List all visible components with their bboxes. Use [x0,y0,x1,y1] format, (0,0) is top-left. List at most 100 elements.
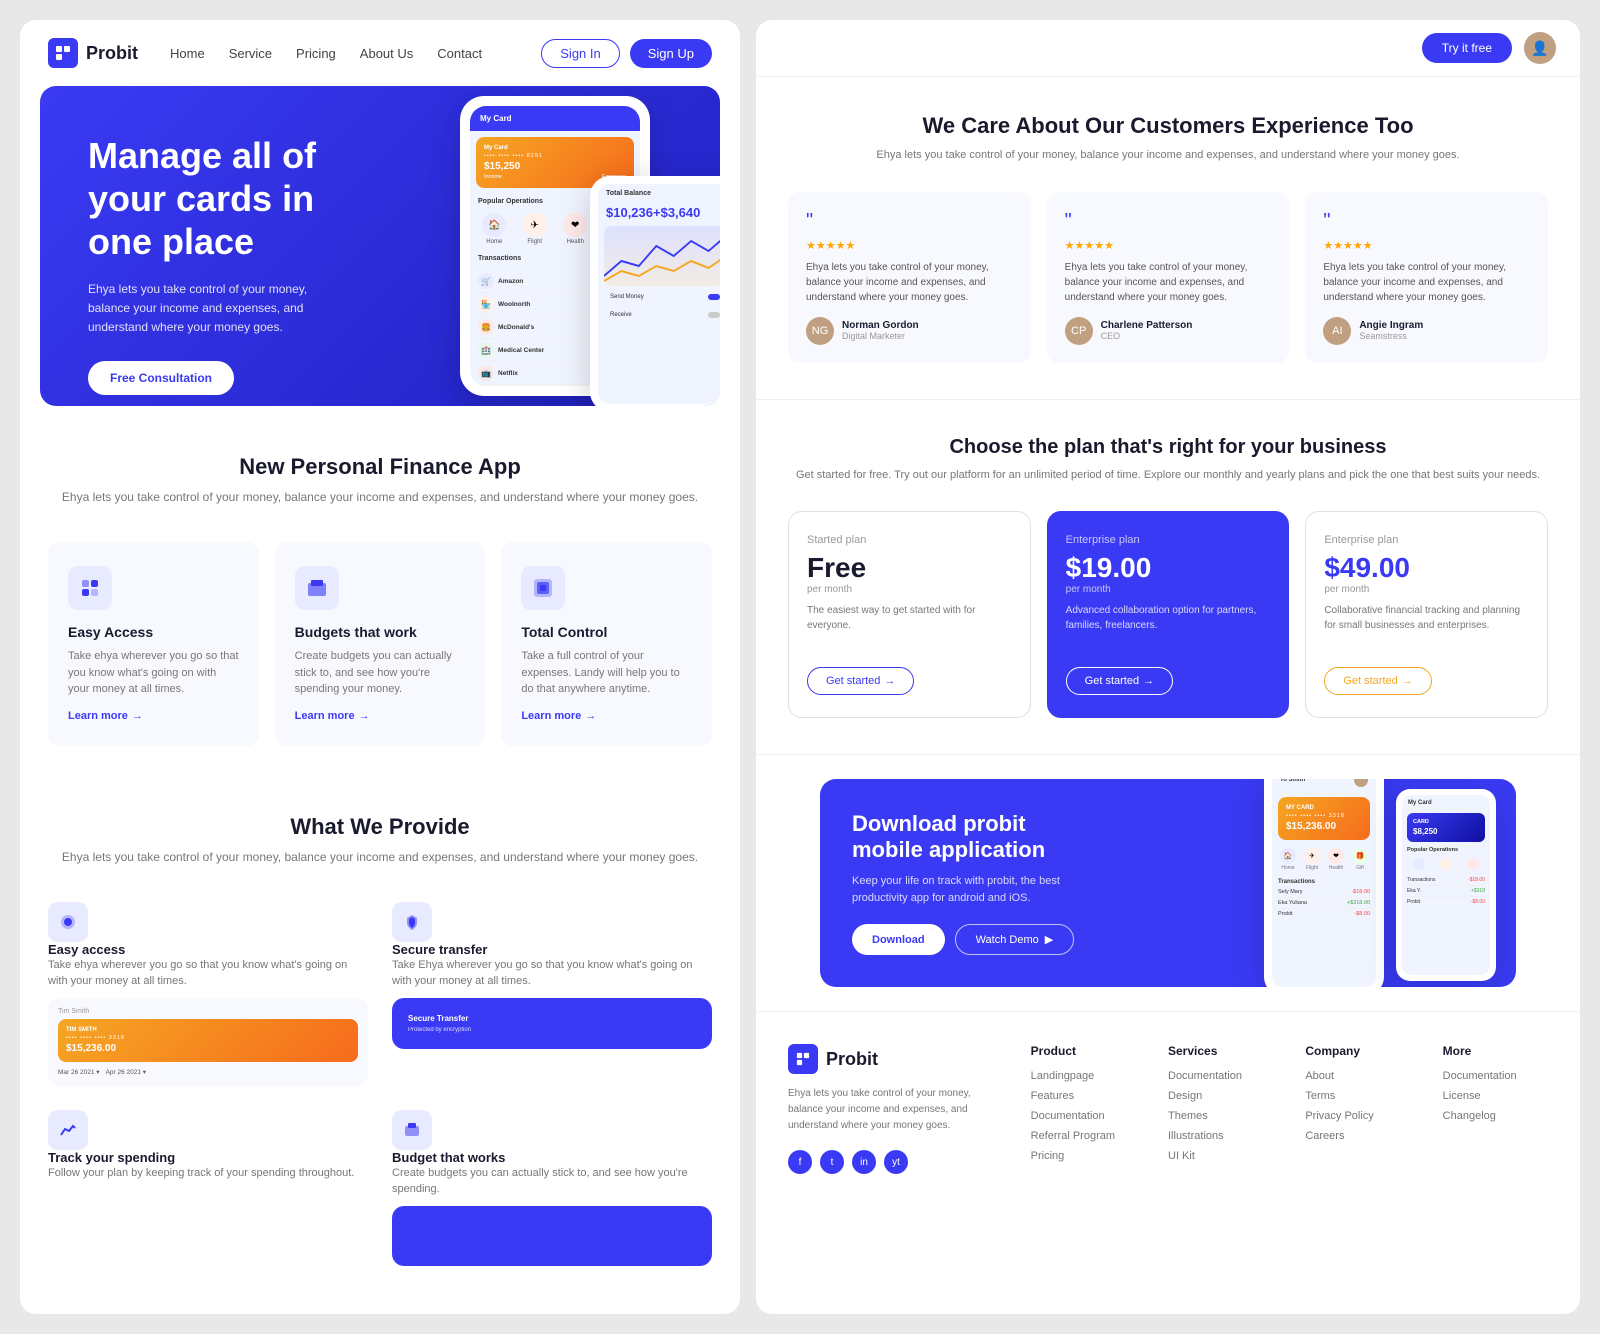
download-button[interactable]: Download [852,924,945,955]
footer-link[interactable]: About [1305,1070,1410,1082]
footer-link[interactable]: Documentation [1168,1070,1273,1082]
feature-3-learn[interactable]: Learn more → [521,710,692,722]
pricing-title: Choose the plan that's right for your bu… [788,436,1548,459]
plan-btn-3[interactable]: Get started → [1324,667,1431,695]
test-author-3: AI Angie Ingram Seamstress [1323,317,1530,345]
table-row: Transactions-$18.00 [1407,875,1485,886]
table-row: Sely Mary-$18.00 [1278,887,1370,898]
nav-about[interactable]: About Us [360,46,413,61]
footer-link[interactable]: Documentation [1031,1110,1136,1122]
features-subtitle: Ehya lets you take control of your money… [48,488,712,506]
blue-box-sub: Protected by encryption [408,1027,696,1033]
test-text-3: Ehya lets you take control of your money… [1323,260,1530,305]
plan-started: Started plan Free per month The easiest … [788,511,1031,718]
provide-desc-4: Create budgets you can actually stick to… [392,1165,712,1198]
footer-col-services: Services Documentation Design Themes Ill… [1168,1044,1273,1174]
card-mockup-area: Tim Smith TIM SMITH •••• •••• •••• 3318 … [48,998,368,1086]
social-linkedin[interactable]: in [852,1150,876,1174]
trans-name: Probit [1278,911,1292,917]
feature-2-learn[interactable]: Learn more → [295,710,466,722]
phone-screen-secondary: Total Balance $10,236+$3,640 Send Money … [598,184,720,404]
try-free-button[interactable]: Try it free [1422,33,1512,63]
stars-1: ★★★★★ [806,239,1013,252]
pricing-subtitle: Get started for free. Try out our platfo… [788,467,1548,484]
provide-item-3: Track your spending Follow your plan by … [48,1110,368,1266]
footer-content: Probit Ehya lets you take control of you… [788,1044,1548,1174]
plan-btn-1[interactable]: Get started → [807,667,914,695]
avatar: 👤 [1524,32,1556,64]
test-text-2: Ehya lets you take control of your money… [1065,260,1272,305]
sign-in-button[interactable]: Sign In [541,39,619,68]
footer-link[interactable]: Terms [1305,1090,1410,1102]
plan-price-2: $19.00 [1066,552,1271,584]
footer-link[interactable]: License [1443,1090,1548,1102]
easy-access-icon [68,566,112,610]
test-author-2: CP Charlene Patterson CEO [1065,317,1272,345]
app-op-icon-1: 🏠 [1280,848,1296,864]
footer-link[interactable]: Themes [1168,1110,1273,1122]
testimonials-subtitle: Ehya lets you take control of your money… [788,147,1548,164]
feature-total-control: Total Control Take a full control of you… [501,542,712,746]
nav-links: Home Service Pricing About Us Contact [170,46,482,61]
footer-link[interactable]: Landingpage [1031,1070,1136,1082]
top-strip: Try it free 👤 [756,20,1580,77]
testimonial-3: " ★★★★★ Ehya lets you take control of yo… [1305,192,1548,363]
provide-icon-4 [392,1110,432,1150]
footer-logo: Probit [788,1044,999,1074]
plan-period-2: per month [1066,584,1271,595]
footer-link[interactable]: Features [1031,1090,1136,1102]
app-buttons: Download Watch Demo ▶ [852,924,1112,955]
plan-price-1: Free [807,552,1012,584]
nav-contact[interactable]: Contact [437,46,482,61]
footer-link[interactable]: Documentation [1443,1070,1548,1082]
app-download-section: Download probit mobile application Keep … [820,779,1516,987]
provide-title-3: Track your spending [48,1150,368,1165]
app-ops-row: 🏠Home ✈Flight ❤Health 🎁Gift [1278,848,1370,871]
footer-link[interactable]: Privacy Policy [1305,1110,1410,1122]
app-op-label-1: Home [1281,865,1294,871]
watch-demo-button[interactable]: Watch Demo ▶ [955,924,1075,955]
app-card2-balance: $8,250 [1413,827,1479,836]
feature-1-learn[interactable]: Learn more → [68,710,239,722]
nav-pricing[interactable]: Pricing [296,46,336,61]
social-youtube[interactable]: yt [884,1150,908,1174]
hero-cta-button[interactable]: Free Consultation [88,361,234,395]
test-role-1: Digital Marketer [842,331,919,341]
app-subtitle: Keep your life on track with probit, the… [852,873,1112,906]
footer-link[interactable]: Referral Program [1031,1130,1136,1142]
nav-home[interactable]: Home [170,46,205,61]
social-twitter[interactable]: t [820,1150,844,1174]
card-holder: TIM SMITH [66,1027,350,1033]
footer-link[interactable]: Changelog [1443,1110,1548,1122]
quote-icon-2: " [1065,210,1272,233]
testimonials-title: We Care About Our Customers Experience T… [788,113,1548,139]
stars-2: ★★★★★ [1065,239,1272,252]
footer-col-title-2: Services [1168,1044,1273,1058]
footer-link[interactable]: Careers [1305,1130,1410,1142]
feature-2-desc: Create budgets you can actually stick to… [295,648,466,698]
footer-link[interactable]: UI Kit [1168,1150,1273,1162]
trans-name: Eka Y. [1407,888,1421,894]
plan-enterprise-2: Enterprise plan $49.00 per month Collabo… [1305,511,1548,718]
plan-enterprise-1: Enterprise plan $19.00 per month Advance… [1047,511,1290,718]
provide-desc-1: Take ehya wherever you go so that you kn… [48,957,368,990]
footer-link[interactable]: Pricing [1031,1150,1136,1162]
app-op-1: 🏠Home [1280,848,1296,871]
app-download-wrapper: Download probit mobile application Keep … [756,755,1580,1011]
footer-link[interactable]: Illustrations [1168,1130,1273,1142]
social-facebook[interactable]: f [788,1150,812,1174]
features-grid: Easy Access Take ehya wherever you go so… [48,542,712,746]
test-role-2: CEO [1101,331,1193,341]
plan-btn-2[interactable]: Get started → [1066,667,1173,695]
nav-service[interactable]: Service [229,46,272,61]
footer-col-more: More Documentation License Changelog [1443,1044,1548,1174]
footer-link[interactable]: Design [1168,1090,1273,1102]
app-phone2-ops-label: Popular Operations [1402,844,1490,856]
trans-amount: +$318 [1471,888,1485,894]
trans-amount: -$18.00 [1468,877,1485,883]
provide-item-2: Secure transfer Take Ehya wherever you g… [392,902,712,1086]
app-op-2: ✈Flight [1304,848,1320,871]
provide-grid: Easy access Take ehya wherever you go so… [48,902,712,1266]
op-home: 🏠Home [482,213,506,245]
sign-up-button[interactable]: Sign Up [630,39,712,68]
